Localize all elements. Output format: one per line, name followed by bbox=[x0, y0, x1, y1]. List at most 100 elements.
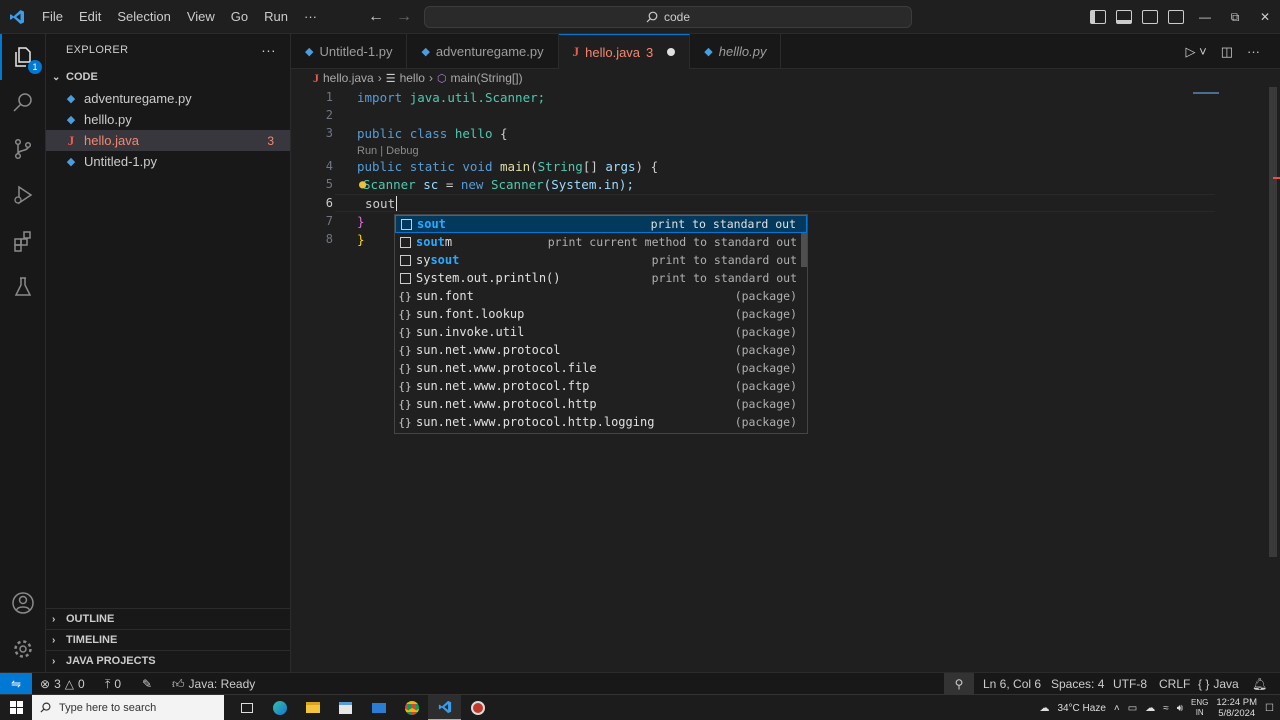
suggestion-detail: print current method to standard out bbox=[547, 235, 797, 249]
breadcrumb-method[interactable]: main(String[]) bbox=[451, 71, 523, 85]
vscode-taskbar-icon[interactable] bbox=[428, 694, 461, 720]
customize-layout-icon[interactable] bbox=[1168, 10, 1184, 24]
battery-icon[interactable]: ▭ bbox=[1128, 703, 1137, 714]
source-control-icon[interactable] bbox=[0, 126, 46, 172]
language-indicator[interactable]: ENG IN bbox=[1191, 698, 1208, 718]
run-debug-icon[interactable] bbox=[0, 172, 46, 218]
section-outline[interactable]: › OUTLINE bbox=[46, 608, 291, 629]
task-view-icon[interactable] bbox=[230, 695, 263, 720]
forward-arrow-icon[interactable]: → bbox=[396, 8, 412, 26]
account-icon[interactable] bbox=[0, 580, 46, 626]
build-icon[interactable]: ✎ bbox=[142, 673, 152, 695]
menu-more[interactable]: ··· bbox=[296, 0, 325, 34]
menu-file[interactable]: File bbox=[34, 0, 71, 34]
menu-selection[interactable]: Selection bbox=[109, 0, 178, 34]
python-icon: ◆ bbox=[66, 156, 76, 168]
taskbar-search[interactable]: Type here to search bbox=[32, 694, 224, 720]
tray-chevron-up-icon[interactable]: ˄ bbox=[1114, 703, 1120, 714]
toggle-secondary-sidebar-icon[interactable] bbox=[1142, 10, 1158, 24]
suggestion-item[interactable]: {} sun.net.www.protocol.file (package) bbox=[395, 359, 807, 377]
testing-flask-icon[interactable] bbox=[0, 264, 46, 310]
line-ending[interactable]: CRLF bbox=[1159, 673, 1190, 695]
tab-helllo[interactable]: ◆ helllo.py bbox=[690, 34, 782, 69]
cloud-icon[interactable]: ☁ bbox=[1145, 703, 1155, 714]
close-icon[interactable]: ✕ bbox=[1250, 10, 1280, 24]
language-mode[interactable]: { } Java bbox=[1198, 673, 1239, 695]
tab-hello-java[interactable]: J hello.java 3 bbox=[558, 34, 691, 69]
editor-scrollbar[interactable] bbox=[1269, 87, 1277, 557]
suggestion-item[interactable]: soutm print current method to standard o… bbox=[395, 233, 807, 251]
weather-icon[interactable]: ☁ bbox=[1039, 703, 1049, 714]
recorder-icon[interactable] bbox=[461, 695, 494, 720]
cursor-position[interactable]: Ln 6, Col 6 bbox=[983, 673, 1041, 695]
lightbulb-icon[interactable]: ● bbox=[359, 177, 366, 191]
package-icon: {} bbox=[398, 325, 412, 339]
remote-indicator-icon[interactable]: ⇋ bbox=[0, 673, 32, 695]
suggestion-item[interactable]: System.out.println() print to standard o… bbox=[395, 269, 807, 287]
suggestion-item[interactable]: {} sun.invoke.util (package) bbox=[395, 323, 807, 341]
breadcrumb-file[interactable]: hello.java bbox=[323, 71, 374, 85]
file-item[interactable]: ◆ adventuregame.py bbox=[46, 88, 290, 109]
minimap[interactable] bbox=[1193, 92, 1219, 94]
clock[interactable]: 12:24 PM 5/8/2024 bbox=[1216, 697, 1257, 719]
problems-status[interactable]: ⊗ 3 △ 0 bbox=[40, 673, 85, 695]
notification-center-icon[interactable]: ☐ bbox=[1265, 703, 1274, 714]
suggestion-item[interactable]: {} sun.net.www.protocol.ftp (package) bbox=[395, 377, 807, 395]
command-center-search[interactable]: code bbox=[424, 6, 912, 28]
error-icon: ⊗ bbox=[40, 677, 51, 691]
tab-adventuregame[interactable]: ◆ adventuregame.py bbox=[407, 34, 559, 69]
file-explorer-icon[interactable] bbox=[296, 695, 329, 720]
section-timeline[interactable]: › TIMELINE bbox=[46, 629, 291, 650]
tab-untitled-1[interactable]: ◆ Untitled-1.py bbox=[291, 34, 408, 69]
explorer-icon[interactable]: 1 bbox=[0, 34, 46, 80]
extensions-icon[interactable] bbox=[0, 218, 46, 264]
split-editor-icon[interactable]: ◫ bbox=[1221, 44, 1233, 60]
file-item[interactable]: J hello.java 3 bbox=[46, 130, 290, 151]
section-java-projects[interactable]: › JAVA PROJECTS bbox=[46, 650, 291, 671]
run-java-icon[interactable]: ▷ ˅ bbox=[1186, 44, 1207, 60]
suggestion-item[interactable]: {} sun.net.www.protocol.http.logging (pa… bbox=[395, 413, 807, 431]
suggestion-item[interactable]: {} sun.net.www.protocol (package) bbox=[395, 341, 807, 359]
menu-go[interactable]: Go bbox=[223, 0, 256, 34]
encoding[interactable]: UTF-8 bbox=[1113, 673, 1147, 695]
chrome-icon[interactable] bbox=[395, 695, 428, 720]
more-actions-icon[interactable]: ··· bbox=[1247, 44, 1260, 59]
restore-icon[interactable]: ⧉ bbox=[1220, 10, 1250, 25]
suggestion-item[interactable]: {} sun.net.www.protocol.http (package) bbox=[395, 395, 807, 413]
folder-code[interactable]: ⌄ CODE bbox=[46, 66, 290, 88]
toggle-sidebar-icon[interactable] bbox=[1090, 10, 1106, 24]
suggestion-item[interactable]: sysout print to standard out bbox=[395, 251, 807, 269]
back-arrow-icon[interactable]: ← bbox=[368, 8, 384, 26]
edge-icon[interactable] bbox=[263, 695, 296, 720]
file-item[interactable]: ◆ Untitled-1.py bbox=[46, 151, 290, 172]
section-label: OUTLINE bbox=[66, 613, 115, 625]
search-view-icon[interactable] bbox=[0, 80, 46, 126]
zoom-icon[interactable]: ⚲ bbox=[944, 673, 974, 695]
weather-text[interactable]: 34°C Haze bbox=[1057, 703, 1105, 714]
volume-icon[interactable]: 🔊︎ bbox=[1177, 703, 1183, 714]
indentation[interactable]: Spaces: 4 bbox=[1051, 673, 1104, 695]
notifications-bell-icon[interactable]: 🔔︎ bbox=[1252, 673, 1267, 695]
suggestion-item[interactable]: {} sun.font (package) bbox=[395, 287, 807, 305]
suggestion-item[interactable]: {} sun.font.lookup (package) bbox=[395, 305, 807, 323]
toggle-panel-icon[interactable] bbox=[1116, 10, 1132, 24]
suggestion-detail: print to standard out bbox=[651, 253, 797, 267]
ports-status[interactable]: ⤒ 0 bbox=[105, 673, 121, 695]
mail-icon[interactable] bbox=[362, 695, 395, 720]
explorer-more-actions[interactable]: ··· bbox=[261, 42, 276, 58]
menu-view[interactable]: View bbox=[179, 0, 223, 34]
run-debug-codelens[interactable]: Run | Debug bbox=[357, 145, 419, 157]
breadcrumb-class[interactable]: hello bbox=[400, 71, 425, 85]
settings-gear-icon[interactable] bbox=[0, 626, 46, 672]
menu-run[interactable]: Run bbox=[256, 0, 296, 34]
file-item[interactable]: ◆ helllo.py bbox=[46, 109, 290, 130]
store-icon[interactable] bbox=[329, 695, 362, 720]
windows-start-icon[interactable] bbox=[0, 701, 32, 714]
java-status[interactable]: 👍︎ Java: Ready bbox=[172, 673, 255, 695]
minimize-icon[interactable]: — bbox=[1190, 10, 1220, 24]
unsaved-dot-icon[interactable] bbox=[667, 48, 676, 56]
menu-edit[interactable]: Edit bbox=[71, 0, 109, 34]
code-line-6: sout bbox=[365, 196, 398, 211]
wifi-icon[interactable]: ≈ bbox=[1163, 703, 1169, 714]
suggestion-item[interactable]: sout print to standard out bbox=[395, 215, 807, 233]
